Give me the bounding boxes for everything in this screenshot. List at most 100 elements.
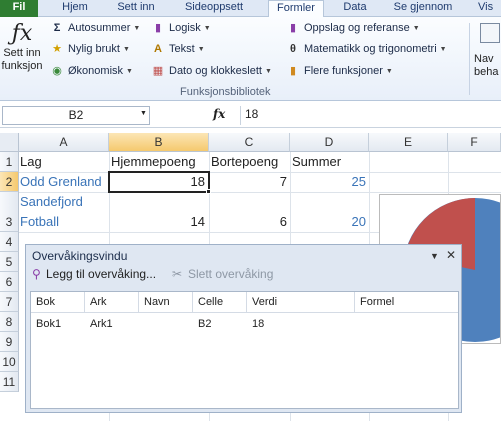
name-box-dropdown-icon[interactable]: ▼ [140, 110, 147, 117]
insert-function-label-2: funksjon [1, 60, 43, 72]
tab-data[interactable]: Data [333, 0, 377, 17]
watch-row-sheet[interactable]: Ark1 [85, 318, 113, 330]
column-header-e[interactable]: E [369, 133, 448, 152]
name-manager-icon [480, 23, 500, 43]
select-all-corner[interactable] [0, 133, 19, 152]
fx-icon: ƒx [11, 21, 33, 46]
recently-used-button[interactable]: ★ Nylig brukt ▼ [50, 42, 130, 56]
cell-d1[interactable]: Summer [292, 154, 341, 169]
logical-button[interactable]: ▮ Logisk ▼ [151, 21, 211, 35]
date-time-button[interactable]: ▦ Dato og klokkeslett ▼ [151, 64, 272, 78]
cell-a1[interactable]: Lag [20, 154, 42, 169]
chevron-down-icon: ▼ [197, 45, 205, 53]
watch-window-menu-icon[interactable]: ▼ [430, 251, 439, 261]
watch-window[interactable]: Overvåkingsvindu ▼ ✕ ⚲ Legg til overvåki… [25, 244, 462, 413]
tab-home[interactable]: Hjem [48, 0, 102, 17]
delete-watch-label: Slett overvåking [188, 267, 274, 281]
cell-a3-line2[interactable]: Fotball [20, 214, 59, 229]
column-header-sheet[interactable]: Ark [85, 292, 139, 313]
tab-review[interactable]: Se gjennom [384, 0, 462, 17]
fill-handle[interactable] [206, 189, 211, 194]
book-icon: ▮ [289, 22, 297, 34]
watch-row-cell[interactable]: B2 [193, 318, 211, 330]
more-functions-icon: ▮ [289, 65, 297, 77]
chevron-down-icon: ▼ [203, 24, 211, 32]
autosum-button[interactable]: Σ Autosummer ▼ [50, 21, 141, 35]
row-header-5[interactable]: 5 [0, 252, 19, 272]
text-button[interactable]: A Tekst ▼ [151, 42, 205, 56]
gridline [19, 172, 501, 173]
column-header-c[interactable]: C [209, 133, 290, 152]
watch-row-book[interactable]: Bok1 [31, 318, 61, 330]
cell-c2[interactable]: 7 [211, 174, 287, 189]
column-header-formula[interactable]: Formel [355, 292, 458, 313]
chevron-down-icon: ▼ [264, 67, 272, 75]
column-header-d[interactable]: D [290, 133, 369, 152]
watch-list[interactable]: Bok Ark Navn Celle Verdi Formel Bok1 Ark… [30, 291, 459, 409]
tab-view[interactable]: Vis [470, 0, 501, 17]
financial-button[interactable]: ◉ Økonomisk ▼ [50, 64, 133, 78]
cell-a3-line1[interactable]: Sandefjord [20, 194, 83, 209]
delete-watch-icon: ✂ [172, 267, 183, 281]
column-header-name[interactable]: Navn [139, 292, 193, 313]
chevron-down-icon: ▼ [133, 24, 141, 32]
row-header-10[interactable]: 10 [0, 352, 19, 372]
chevron-down-icon: ▼ [126, 67, 133, 75]
row-header-3[interactable]: 3 [0, 192, 19, 232]
name-manager-label-2: beha [474, 66, 499, 78]
lookup-reference-button[interactable]: ▮ Oppslag og referanse ▼ [286, 21, 420, 35]
cell-c1[interactable]: Bortepoeng [211, 154, 278, 169]
tab-insert[interactable]: Sett inn [108, 0, 164, 17]
recently-used-label: Nylig brukt [68, 43, 120, 55]
add-watch-icon: ⚲ [32, 267, 41, 281]
tab-page-layout[interactable]: Sideoppsett [174, 0, 254, 17]
text-label: Tekst [169, 43, 195, 55]
row-header-6[interactable]: 6 [0, 272, 19, 292]
row-header-9[interactable]: 9 [0, 332, 19, 352]
chevron-down-icon: ▼ [122, 45, 130, 53]
close-icon[interactable]: ✕ [446, 248, 456, 262]
name-box[interactable]: B2 [2, 106, 150, 125]
tab-file[interactable]: Fil [0, 0, 38, 17]
coins-icon: ◉ [52, 65, 62, 77]
column-header-book[interactable]: Bok [31, 292, 85, 313]
row-header-1[interactable]: 1 [0, 152, 19, 172]
watch-window-title: Overvåkingsvindu [32, 249, 128, 263]
row-header-4[interactable]: 4 [0, 232, 19, 252]
column-header-value[interactable]: Verdi [247, 292, 355, 313]
tab-formulas[interactable]: Formler [268, 0, 324, 18]
cell-c3[interactable]: 6 [211, 214, 287, 229]
insert-function-button[interactable]: ƒx Sett inn funksjon [0, 21, 44, 81]
row-header-11[interactable]: 11 [0, 372, 19, 392]
cell-d2[interactable]: 25 [292, 174, 366, 189]
theta-icon: θ [290, 43, 296, 55]
row-header-8[interactable]: 8 [0, 312, 19, 332]
cell-a2[interactable]: Odd Grenland [20, 174, 102, 189]
function-library-group-label: Funksjonsbibliotek [180, 86, 271, 98]
chevron-down-icon: ▼ [439, 45, 447, 53]
name-manager-button[interactable]: Nav beha [472, 23, 501, 83]
cell-b3[interactable]: 14 [111, 214, 205, 229]
cell-d3[interactable]: 20 [292, 214, 366, 229]
insert-function-icon[interactable]: fx [213, 107, 225, 121]
more-functions-label: Flere funksjoner [304, 65, 383, 77]
book-icon: ▮ [154, 22, 162, 34]
column-header-f[interactable]: F [448, 133, 501, 152]
more-functions-button[interactable]: ▮ Flere funksjoner ▼ [286, 64, 393, 78]
row-header-7[interactable]: 7 [0, 292, 19, 312]
sigma-icon: Σ [53, 22, 61, 34]
column-header-b[interactable]: B [109, 133, 209, 152]
watch-row-value[interactable]: 18 [247, 318, 264, 330]
column-header-a[interactable]: A [19, 133, 109, 152]
formula-input[interactable]: 18 [240, 106, 498, 125]
chevron-down-icon: ▼ [385, 67, 393, 75]
add-watch-label: Legg til overvåking... [46, 267, 157, 281]
math-trig-button[interactable]: θ Matematikk og trigonometri ▼ [286, 42, 447, 56]
cell-b1[interactable]: Hjemmepoeng [111, 154, 196, 169]
column-header-cell[interactable]: Celle [193, 292, 247, 313]
delete-watch-button[interactable]: ✂ Slett overvåking [172, 267, 273, 281]
row-header-2[interactable]: 2 [0, 172, 19, 192]
group-separator [469, 23, 470, 95]
active-cell-indicator [108, 171, 210, 193]
add-watch-button[interactable]: ⚲ Legg til overvåking... [32, 267, 156, 281]
